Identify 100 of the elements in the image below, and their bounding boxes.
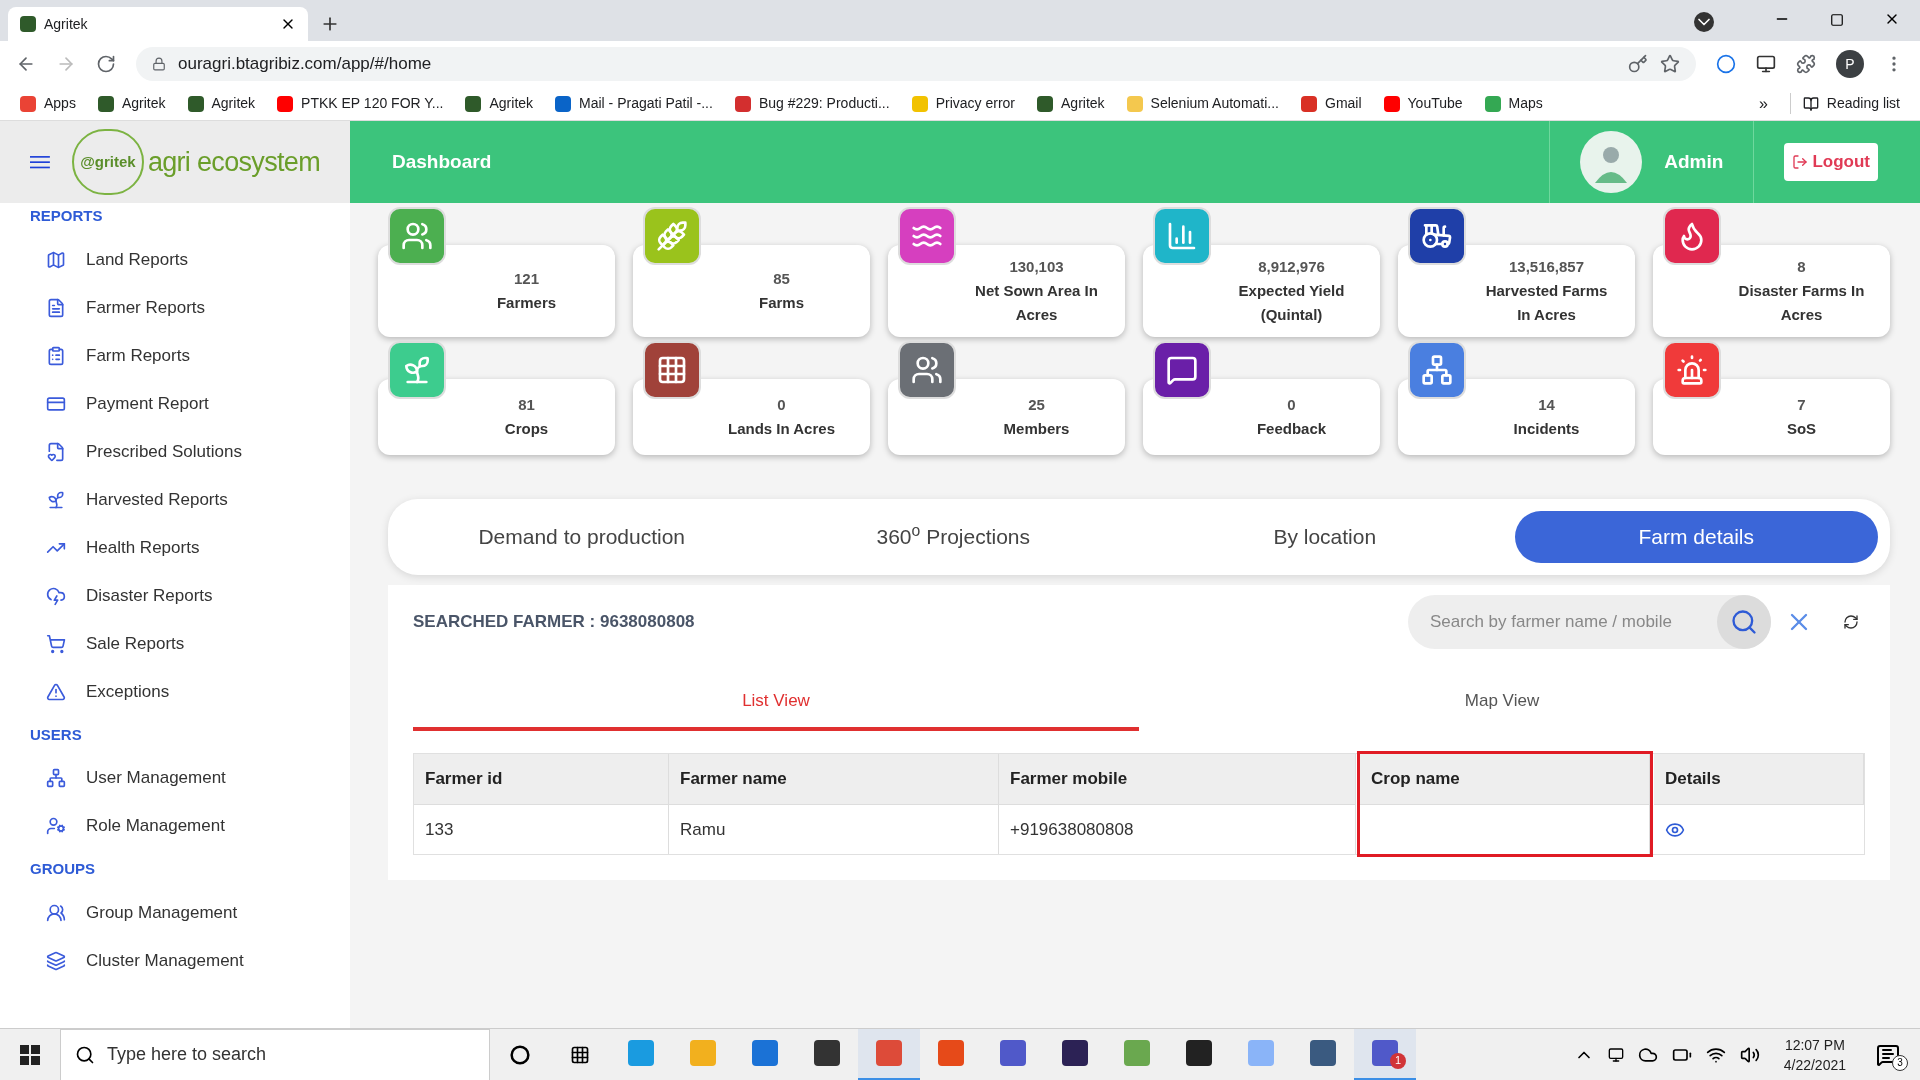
view-tab[interactable]: List View: [413, 675, 1139, 731]
sidebar-item[interactable]: Payment Report: [0, 379, 350, 428]
tab[interactable]: Demand to production: [400, 511, 764, 563]
sidebar-item[interactable]: Land Reports: [0, 235, 350, 284]
stat-label: Harvested Farms In Acres: [1484, 281, 1609, 325]
column-header: Farmer id: [414, 754, 669, 804]
bookmark[interactable]: Maps: [1484, 93, 1543, 114]
app-icon: [628, 1040, 654, 1066]
report-icon: [46, 768, 66, 788]
bookmark-icon: [97, 95, 114, 112]
bookmark-label: Maps: [1508, 94, 1543, 113]
bookmark[interactable]: Agritek: [187, 93, 256, 114]
volume-icon[interactable]: [1739, 1044, 1760, 1065]
view-tab[interactable]: Map View: [1139, 675, 1865, 731]
bookmark-label: Selenium Automati...: [1150, 94, 1279, 113]
table-cell: 133: [414, 804, 669, 854]
report-icon: [46, 950, 66, 971]
logo-text: agri ecosystem: [147, 145, 320, 179]
sidebar-item[interactable]: Role Management: [0, 802, 350, 850]
app-icon: [876, 1040, 902, 1066]
search-button[interactable]: [1717, 595, 1771, 649]
bookmark-label: Apps: [44, 94, 76, 113]
logout-button[interactable]: Logout: [1784, 143, 1878, 181]
stat-value: 14: [1538, 395, 1555, 415]
section-title: REPORTS: [29, 206, 104, 226]
sidebar-item[interactable]: Farm Reports: [0, 331, 350, 380]
report-icon: [46, 489, 66, 510]
bookmark[interactable]: Privacy error: [911, 93, 1015, 114]
restore-icon[interactable]: [1830, 13, 1844, 27]
stat-value: 121: [514, 269, 539, 289]
search-field[interactable]: Search by farmer name / mobile: [1408, 595, 1771, 649]
bookmark[interactable]: Gmail: [1301, 93, 1362, 114]
sidebar-item[interactable]: Cluster Management: [0, 936, 350, 985]
sidebar-item[interactable]: Farmer Reports: [0, 283, 350, 332]
bookmark-icon: [555, 95, 572, 112]
sidebar-item[interactable]: Disaster Reports: [0, 571, 350, 620]
clock[interactable]: 12:07 PM 4/22/2021: [1783, 1034, 1846, 1075]
key-icon[interactable]: [1628, 54, 1648, 74]
task-view-icon[interactable]: [570, 1044, 590, 1065]
app-icon: [1372, 1040, 1398, 1066]
report-icon: [46, 902, 66, 923]
windows-icon[interactable]: [20, 1044, 40, 1065]
browser-tab[interactable]: Agritek: [8, 7, 308, 41]
bookmark-label: Agritek: [211, 94, 256, 113]
sidebar-item[interactable]: Group Management: [0, 888, 350, 937]
search-input[interactable]: Search by farmer name / mobile: [1430, 609, 1717, 635]
tab[interactable]: By location: [1143, 511, 1507, 563]
bookmark[interactable]: PTKK EP 120 FOR Y...: [277, 93, 444, 114]
logout-icon: [1792, 154, 1809, 170]
profile-avatar[interactable]: P: [1836, 50, 1864, 78]
bookmark-icon: [1383, 95, 1400, 112]
app-icon: [1000, 1040, 1026, 1066]
stat-value: 8,912,976: [1258, 257, 1325, 277]
stat-label: Net Sown Area In Acres: [974, 281, 1099, 325]
bookmark[interactable]: Selenium Automati...: [1126, 93, 1279, 114]
bookmark-label: Gmail: [1325, 94, 1362, 113]
refresh-icon[interactable]: [1843, 614, 1859, 630]
tab[interactable]: Farm details: [1514, 511, 1878, 563]
cortana-icon[interactable]: [510, 1044, 530, 1065]
bookmark[interactable]: Agritek: [465, 93, 534, 114]
bookmark-icon: [734, 95, 751, 112]
bookmark-label: Privacy error: [935, 94, 1015, 113]
bookmark[interactable]: Agritek: [97, 93, 166, 114]
sidebar-item[interactable]: Exceptions: [0, 667, 350, 716]
bookmark[interactable]: Apps: [20, 93, 76, 114]
table-cell: Ramu: [669, 804, 999, 854]
bookmark-icon: [911, 95, 928, 112]
extension-icon[interactable]: [1756, 54, 1776, 74]
stat-label: Crops: [503, 419, 550, 439]
reload-icon[interactable]: [96, 54, 116, 74]
stat-label: SoS: [1785, 419, 1818, 439]
sidebar-item[interactable]: Harvested Reports: [0, 475, 350, 524]
column-header: Farmer mobile: [999, 754, 1356, 804]
bookmark-icon: [1484, 95, 1501, 112]
sidebar-item[interactable]: Prescribed Solutions: [0, 427, 350, 476]
sidebar-item[interactable]: Health Reports: [0, 523, 350, 572]
taskbar-search-input[interactable]: Type here to search: [107, 1041, 475, 1068]
lock-icon: [152, 57, 166, 71]
sidebar-item[interactable]: Sale Reports: [0, 619, 350, 668]
bookmark[interactable]: Agritek: [1037, 93, 1105, 114]
bookmark[interactable]: Bug #229: Producti...: [734, 93, 890, 114]
bookmarks-overflow[interactable]: »: [1758, 91, 1768, 116]
app-icon: [1310, 1040, 1336, 1066]
bookmark-icon: [1126, 95, 1143, 112]
extensions-icon[interactable]: [1796, 54, 1816, 74]
report-icon: [46, 585, 66, 606]
taskbar-app[interactable]: 1: [1354, 1028, 1416, 1080]
address-bar[interactable]: ouragri.btagribiz.com/app/#/home: [136, 47, 1696, 81]
reading-list[interactable]: Reading list: [1826, 93, 1900, 114]
bookmark[interactable]: YouTube: [1383, 93, 1463, 114]
bookmark[interactable]: Mail - Pragati Patil -...: [555, 93, 713, 114]
column-header: Details: [1654, 754, 1864, 804]
sidebar-item[interactable]: User Management: [0, 754, 350, 802]
tab[interactable]: 360$^{o}$ Projections: [771, 511, 1135, 563]
tab-search-icon[interactable]: [1694, 12, 1714, 32]
app-icon: [1248, 1040, 1274, 1066]
taskbar-search[interactable]: Type here to search: [60, 1028, 490, 1080]
badge: 1: [1390, 1052, 1406, 1069]
report-icon: [46, 345, 66, 366]
star-icon[interactable]: [1660, 54, 1680, 74]
